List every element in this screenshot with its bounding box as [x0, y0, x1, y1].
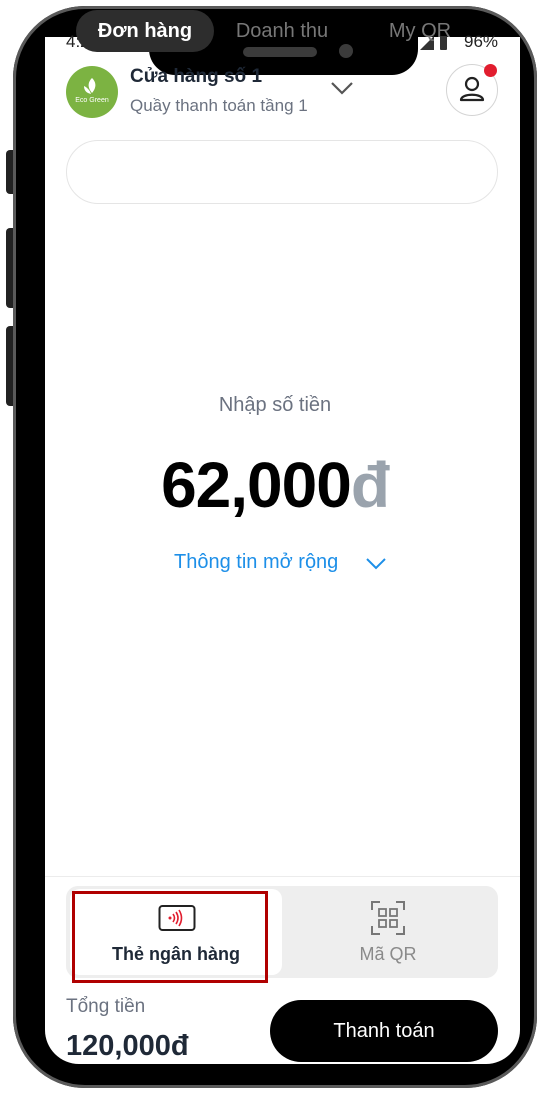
chevron-down-icon[interactable] [365, 557, 387, 576]
tab-revenue[interactable]: Doanh thu [220, 10, 344, 52]
selection-highlight [72, 891, 268, 983]
amount-label: Nhập số tiền [218, 394, 332, 416]
tab-my-qr[interactable]: My QR [360, 10, 480, 52]
logo-text: Eco Green [75, 97, 109, 104]
mute-switch [6, 150, 16, 194]
divider [45, 876, 520, 877]
pay-button[interactable]: Thanh toán [270, 1000, 498, 1062]
total-label: Tổng tiền [66, 996, 146, 1017]
store-name[interactable]: Cửa hàng số 1 [130, 66, 262, 88]
volume-up-button [6, 228, 16, 308]
chevron-down-icon[interactable] [330, 80, 354, 101]
qr-scan-icon[interactable] [370, 900, 406, 941]
qr-code-label[interactable]: Mã QR [282, 944, 494, 965]
tab-orders[interactable]: Đơn hàng [76, 10, 214, 52]
amount-input[interactable]: 62,000đ [0, 448, 550, 522]
currency-symbol: đ [350, 449, 390, 521]
amount-value: 62,000 [161, 449, 352, 521]
counter-name[interactable]: Quầy thanh toán tầng 1 [130, 96, 308, 116]
store-logo: Eco Green [66, 66, 118, 118]
notification-badge [484, 64, 497, 77]
more-info-link[interactable]: Thông tin mở rộng [174, 551, 338, 574]
tab-bar [66, 140, 498, 204]
total-value: 120,000đ [66, 1030, 189, 1062]
